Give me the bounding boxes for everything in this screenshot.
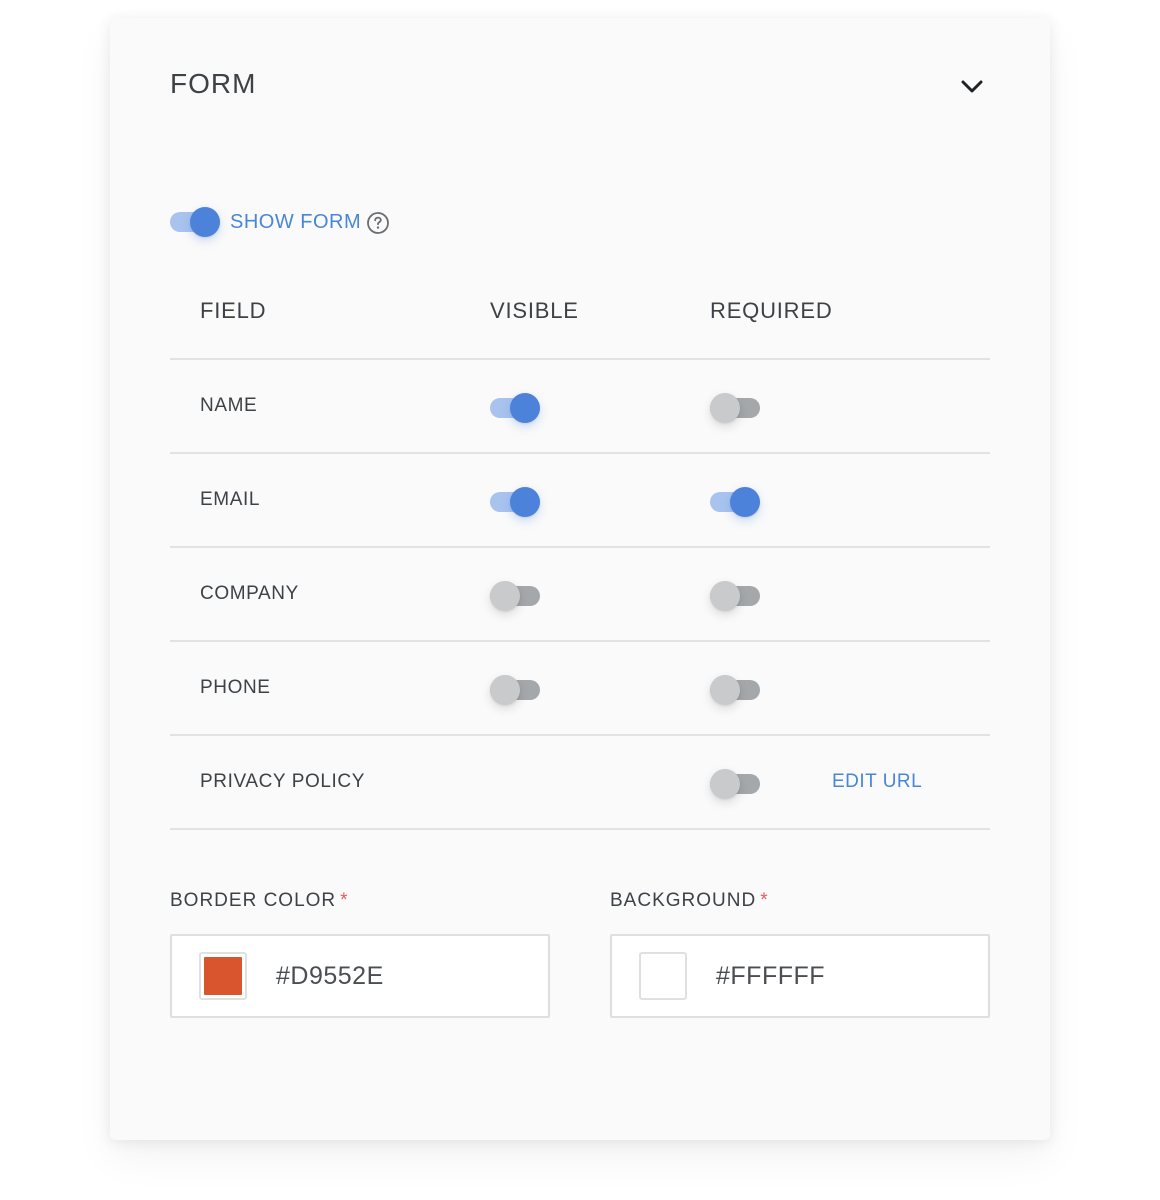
help-circle-icon[interactable] (366, 211, 390, 235)
toggle-knob (710, 581, 740, 611)
privacy-policy-required-toggle[interactable] (710, 768, 760, 800)
table-divider (170, 828, 990, 830)
column-header-field: FIELD (200, 298, 267, 323)
panel-title: FORM (170, 68, 257, 99)
border-color-label-text: BORDER COLOR (170, 890, 337, 911)
row-label-name: NAME (200, 395, 258, 416)
required-asterisk: * (340, 890, 349, 911)
toggle-knob (490, 581, 520, 611)
phone-visible-toggle[interactable] (490, 674, 540, 706)
column-header-visible: VISIBLE (490, 298, 579, 323)
toggle-knob (710, 393, 740, 423)
row-label-privacy-policy: PRIVACY POLICY (200, 771, 366, 792)
show-form-toggle[interactable] (170, 206, 220, 238)
row-label-email: EMAIL (200, 489, 261, 510)
column-header-required: REQUIRED (710, 298, 833, 323)
required-asterisk: * (760, 890, 769, 911)
email-visible-toggle[interactable] (490, 486, 540, 518)
border-color-value: #D9552E (276, 962, 384, 990)
phone-required-toggle[interactable] (710, 674, 760, 706)
toggle-knob (190, 207, 220, 237)
table-divider (170, 452, 990, 454)
border-color-label: BORDER COLOR * (170, 890, 349, 912)
border-color-input[interactable]: #D9552E (170, 934, 550, 1018)
background-color-swatch-fill (644, 957, 682, 995)
table-divider (170, 358, 990, 360)
background-color-input[interactable]: #FFFFFF (610, 934, 990, 1018)
email-required-toggle[interactable] (710, 486, 760, 518)
toggle-knob (510, 487, 540, 517)
toggle-knob (710, 769, 740, 799)
table-divider (170, 734, 990, 736)
company-visible-toggle[interactable] (490, 580, 540, 612)
name-required-toggle[interactable] (710, 392, 760, 424)
toggle-knob (510, 393, 540, 423)
toggle-knob (710, 675, 740, 705)
background-color-label-text: BACKGROUND (610, 890, 757, 911)
row-label-phone: PHONE (200, 677, 271, 698)
table-divider (170, 640, 990, 642)
row-label-company: COMPANY (200, 583, 299, 604)
edit-url-link[interactable]: EDIT URL (832, 771, 922, 793)
border-color-swatch-fill (204, 957, 242, 995)
background-color-value: #FFFFFF (716, 962, 826, 990)
name-visible-toggle[interactable] (490, 392, 540, 424)
toggle-knob (730, 487, 760, 517)
border-color-swatch[interactable] (199, 952, 247, 1000)
company-required-toggle[interactable] (710, 580, 760, 612)
form-settings-panel: FORM SHOW FORM FIELD VISIBLE REQUIRED NA… (110, 18, 1050, 1140)
show-form-label[interactable]: SHOW FORM (230, 211, 361, 234)
toggle-knob (490, 675, 520, 705)
chevron-down-icon[interactable] (958, 72, 986, 100)
table-divider (170, 546, 990, 548)
background-color-label: BACKGROUND * (610, 890, 769, 912)
background-color-swatch[interactable] (639, 952, 687, 1000)
